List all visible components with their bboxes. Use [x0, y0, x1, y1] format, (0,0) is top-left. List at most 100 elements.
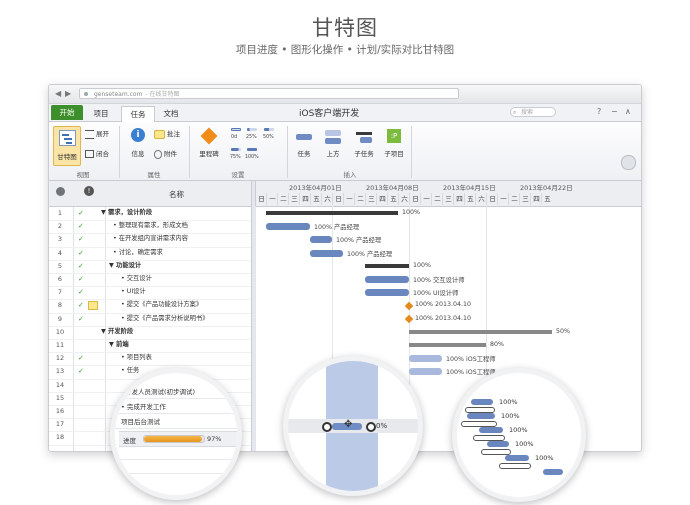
- group-divider: [287, 126, 288, 178]
- row-number: 7: [57, 288, 63, 297]
- tab-start[interactable]: 开始: [51, 105, 83, 120]
- user-avatar-icon[interactable]: [621, 155, 636, 170]
- task-name[interactable]: ▼ 前端: [109, 339, 129, 352]
- mag-progress-value: 97%: [207, 435, 222, 443]
- table-row[interactable]: 9 ✓ • 提交《产品需求分析说明书》: [49, 313, 251, 327]
- table-row[interactable]: 4 ✓ • 讨论，确定需求: [49, 247, 251, 261]
- task-name[interactable]: ▼ 开发阶段: [101, 326, 133, 339]
- note-icon[interactable]: [88, 301, 98, 311]
- task-name[interactable]: • 交互设计: [121, 273, 152, 286]
- task-name[interactable]: • 项目列表: [121, 352, 152, 365]
- task-icon: [296, 134, 312, 140]
- task-name[interactable]: • 提交《产品功能设计方案》: [121, 299, 202, 312]
- ribbon-tabs: 开始 项目 任务 文档 iOS客户端开发 ⌕ 搜索 ? − ∧: [49, 104, 641, 123]
- milestone-diamond[interactable]: [404, 301, 414, 311]
- table-row[interactable]: 12 ✓ • 项目列表: [49, 352, 251, 367]
- back-icon[interactable]: ◀: [55, 89, 61, 98]
- search-input[interactable]: ⌕ 搜索: [510, 107, 556, 117]
- progress-0-label: 0d: [231, 135, 238, 140]
- table-row[interactable]: 8 ✓ • 提交《产品功能设计方案》: [49, 299, 251, 314]
- table-row[interactable]: 1 ✓ ▼ 需求，设计阶段: [49, 207, 251, 222]
- collapse-ribbon-icon[interactable]: ∧: [625, 107, 631, 116]
- task-name[interactable]: • 整理现有需求，形成文档: [113, 220, 188, 233]
- task-bar[interactable]: [365, 276, 409, 283]
- task-name[interactable]: ▼ 功能设计: [109, 260, 141, 273]
- dependency-task-bar[interactable]: [479, 427, 503, 433]
- week-label: 2013年04月01日: [289, 184, 342, 192]
- help-icon[interactable]: ?: [597, 107, 601, 116]
- info-label: 信息: [131, 150, 145, 158]
- complete-check-icon: ✓: [78, 261, 84, 270]
- bar-label: 50%: [556, 327, 570, 335]
- tab-task[interactable]: 任务: [121, 106, 155, 123]
- task-bar[interactable]: [365, 289, 409, 297]
- dependency-task-bar[interactable]: [543, 469, 563, 475]
- task-bar[interactable]: [409, 355, 442, 363]
- subtask-icon: [360, 137, 372, 143]
- task-name[interactable]: • 讨论，确定需求: [113, 247, 163, 260]
- insert-above-button[interactable]: 上方: [321, 126, 345, 164]
- url-input[interactable]: genseteam.com - 在线甘特图: [79, 88, 459, 99]
- task-name[interactable]: • UI设计: [121, 286, 146, 299]
- summary-bar[interactable]: [409, 343, 486, 347]
- table-row[interactable]: 2 ✓ • 整理现有需求，形成文档: [49, 220, 251, 235]
- task-bar[interactable]: [409, 368, 442, 376]
- settings-circle-icon[interactable]: [56, 187, 65, 196]
- task-name[interactable]: • 在开发组内宣讲需求内容: [113, 233, 188, 246]
- grid-header: ! 名称 2013年04月01日 2013年04月08日 2013年04月15日 20…: [49, 181, 641, 207]
- summary-bar[interactable]: [365, 263, 409, 268]
- table-row[interactable]: 6 ✓ • 交互设计: [49, 273, 251, 288]
- milestone-button[interactable]: 里程碑: [195, 126, 223, 164]
- forward-icon[interactable]: ▶: [65, 89, 71, 98]
- task-bar[interactable]: [310, 249, 343, 257]
- progress-75-label: 75%: [230, 155, 241, 160]
- dependency-task-bar[interactable]: [467, 413, 495, 419]
- table-row[interactable]: 7 ✓ • UI设计: [49, 286, 251, 301]
- dependency-task-bar[interactable]: [487, 441, 509, 447]
- progress-25-button[interactable]: 25%: [245, 128, 261, 144]
- settings-group-label: 设置: [231, 171, 245, 179]
- progress-100-button[interactable]: 100%: [245, 148, 263, 164]
- drag-handle-left[interactable]: [322, 422, 332, 432]
- table-row[interactable]: 11 ▼ 前端: [49, 339, 251, 354]
- progress-0-button[interactable]: 0d: [229, 128, 243, 144]
- table-row[interactable]: 5 ✓ ▼ 功能设计: [49, 260, 251, 274]
- insert-subtask-label: 子任务: [354, 150, 374, 158]
- summary-bar[interactable]: [409, 329, 552, 334]
- gantt-view-button[interactable]: 甘特图: [53, 126, 81, 166]
- table-row[interactable]: 3 ✓ • 在开发组内宣讲需求内容: [49, 233, 251, 248]
- task-bar[interactable]: [310, 236, 332, 244]
- info-button[interactable]: i 信息: [127, 126, 149, 164]
- alert-icon: !: [84, 186, 94, 196]
- dependency-task-bar[interactable]: [505, 455, 529, 461]
- complete-check-icon: ✓: [78, 367, 84, 376]
- task-name[interactable]: • 任务: [121, 365, 139, 378]
- dependency-bar-label: 100%: [535, 454, 554, 462]
- mag-progress-slider[interactable]: [143, 435, 205, 443]
- collapse-button[interactable]: 闭合: [85, 148, 109, 158]
- insert-subproject-button[interactable]: :P 子项目: [381, 126, 407, 164]
- progress-75-button[interactable]: 75%: [229, 148, 245, 164]
- milestone-diamond[interactable]: [404, 314, 414, 324]
- drag-handle-right[interactable]: [366, 422, 376, 432]
- row-number: 11: [55, 341, 65, 349]
- task-name[interactable]: ▼ 需求，设计阶段: [101, 207, 152, 220]
- expand-button[interactable]: 展开: [85, 128, 109, 139]
- task-name[interactable]: • 提交《产品需求分析说明书》: [121, 313, 209, 326]
- column-header-name[interactable]: 名称: [169, 189, 184, 200]
- table-row[interactable]: 10 ▼ 开发阶段: [49, 326, 251, 340]
- minimize-icon[interactable]: −: [611, 107, 618, 116]
- gantt-view-label: 甘特图: [57, 153, 77, 161]
- insert-above-icon-bar: [325, 138, 341, 144]
- tab-project[interactable]: 项目: [87, 106, 115, 121]
- move-cursor-icon: ✥: [344, 419, 353, 430]
- tab-doc[interactable]: 文档: [157, 106, 185, 121]
- dependency-task-bar[interactable]: [471, 399, 493, 405]
- insert-task-button[interactable]: 任务: [293, 126, 315, 164]
- progress-50-button[interactable]: 50%: [262, 128, 278, 144]
- insert-subtask-button[interactable]: 子任务: [351, 126, 377, 164]
- comment-button[interactable]: 批注: [154, 128, 180, 139]
- task-bar[interactable]: [266, 223, 310, 231]
- summary-bar[interactable]: [266, 211, 398, 215]
- attach-button[interactable]: 附件: [154, 148, 177, 159]
